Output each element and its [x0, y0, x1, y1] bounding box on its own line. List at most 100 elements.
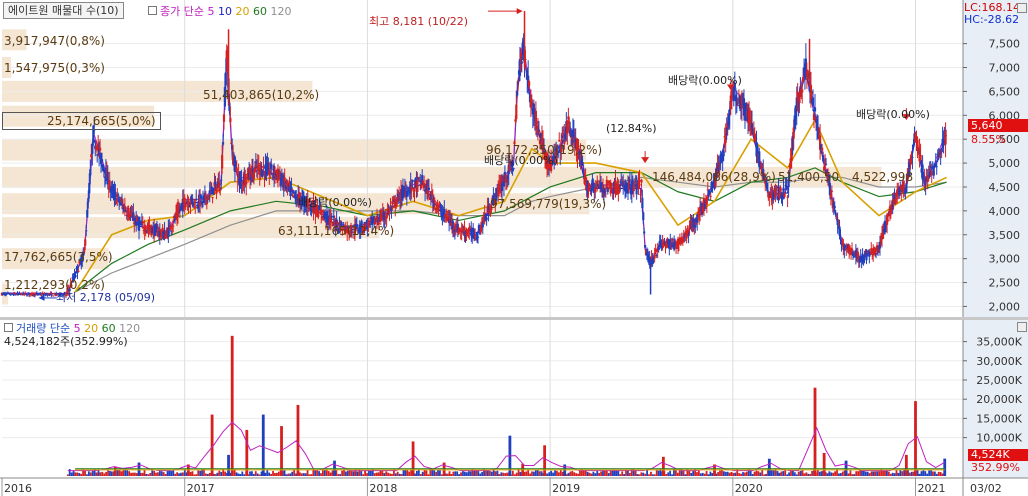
- candle-body-445: [427, 187, 431, 190]
- volume-bar-404: [841, 471, 844, 476]
- volume-bar-312: [665, 473, 668, 476]
- candle-body-840: [811, 97, 815, 106]
- volume-bar-278: [600, 471, 602, 476]
- volume-bar-223: [494, 471, 497, 476]
- volume-bar-333: [705, 471, 708, 476]
- volume-bar-203: [456, 471, 459, 476]
- candle-body-521: [500, 182, 504, 192]
- volume-bar-226: [500, 472, 503, 476]
- candle-body-97: [95, 146, 98, 150]
- volume-bar-262: [569, 471, 572, 476]
- volume-bar-416: [864, 471, 867, 476]
- volume-bar-403: [839, 473, 842, 476]
- volume-bar-117: [291, 471, 294, 476]
- volume-bar-227: [502, 472, 505, 476]
- candle-body-222: [214, 181, 217, 185]
- candle-body-230: [221, 142, 225, 145]
- volume-bar-198: [446, 473, 449, 476]
- volume-bar-433: [897, 472, 900, 476]
- price-scroll-button[interactable]: [1017, 3, 1027, 13]
- candle-body-961: [930, 171, 933, 176]
- candle-body-849: [821, 147, 824, 151]
- volume-bar-105: [268, 472, 271, 476]
- volume-bar-89: [237, 473, 240, 476]
- volume-bar-368: [772, 470, 775, 476]
- volume-bar-57: [176, 472, 179, 476]
- volume-bar-206: [462, 471, 464, 476]
- candle-body-664: [639, 193, 642, 195]
- volume-bar-393: [820, 471, 823, 476]
- volume-bar-33: [130, 472, 132, 476]
- volume-bar-453: [935, 473, 938, 476]
- price-tick-label-2: 3,000: [989, 253, 1021, 266]
- volume-bar-289: [621, 471, 624, 476]
- volume-bar-420: [872, 471, 875, 476]
- volume-bar-40: [143, 469, 146, 476]
- volume-bar-104: [266, 470, 269, 476]
- volume-bar-318: [676, 472, 679, 476]
- volume-bar-432: [895, 469, 898, 476]
- volume-bar-440: [910, 471, 913, 476]
- volume-spike-1: [137, 462, 141, 476]
- candle-body-255: [245, 181, 248, 185]
- x-tick-label-4: 2020: [735, 482, 763, 495]
- candle-body-557: [534, 110, 537, 129]
- price-tick-label-10: 7,000: [989, 62, 1021, 75]
- volume-bar-250: [546, 473, 549, 476]
- candle-body-620: [597, 184, 600, 187]
- candle-body-330: [317, 209, 320, 217]
- volume-bar-247: [540, 471, 543, 476]
- volume-bar-335: [709, 471, 712, 476]
- volume-bar-21: [107, 470, 109, 476]
- volume-bar-415: [862, 470, 865, 476]
- volume-bar-98: [254, 471, 257, 476]
- volume-bar-100: [258, 474, 261, 476]
- volume-bar-444: [918, 473, 921, 476]
- volume-bar-5: [76, 472, 79, 476]
- volume-bar-69: [199, 470, 202, 476]
- volume-bar-242: [531, 471, 533, 476]
- candle-body-550: [527, 81, 531, 87]
- volume-scroll-button[interactable]: [1017, 322, 1027, 332]
- volume-bar-97: [252, 473, 255, 476]
- volume-bar-423: [878, 471, 881, 476]
- volume-bar-149: [352, 471, 355, 476]
- volume-bar-402: [838, 473, 840, 476]
- volume-bar-161: [375, 472, 378, 476]
- volume-bar-245: [536, 469, 539, 476]
- volume-bar-194: [439, 470, 441, 476]
- volume-bar-28: [120, 471, 123, 476]
- volume-chart[interactable]: 2016 2017 2018 2019 2020 2021 03/02 10,000K 15,0…: [0, 320, 1028, 496]
- volume-bar-422: [876, 471, 879, 476]
- volume-bar-200: [450, 474, 453, 476]
- volume-bar-80: [220, 471, 223, 476]
- candle-body-53: [52, 295, 55, 297]
- volume-bar-123: [302, 473, 305, 476]
- volume-bar-346: [730, 471, 733, 476]
- price-tick-label-11: 7,500: [989, 38, 1021, 51]
- candle-body-605: [582, 168, 585, 171]
- candle-body-580: [558, 140, 561, 142]
- volume-bar-31: [126, 469, 129, 476]
- volume-bar-265: [575, 473, 578, 476]
- volume-bar-43: [149, 473, 152, 476]
- volume-bar-79: [218, 470, 221, 476]
- volume-bar-54: [170, 470, 173, 476]
- title-button[interactable]: 에이트원 매물대 수(10): [3, 2, 124, 19]
- volume-bar-307: [655, 469, 658, 476]
- volume-bar-264: [573, 472, 576, 476]
- profile-label-5b: 51,400,50: [778, 170, 840, 184]
- candle-body-868: [839, 237, 842, 240]
- candle-body-936: [905, 183, 908, 193]
- ma-legend[interactable]: 종가 단순 5 10 20 60 120: [148, 3, 291, 19]
- volume-bar-35: [134, 472, 136, 476]
- volume-spike-0: [113, 466, 117, 476]
- volume-bar-132: [320, 473, 322, 476]
- volume-bar-334: [707, 474, 710, 476]
- volume-bar-39: [141, 472, 144, 476]
- volume-bar-205: [460, 472, 462, 476]
- volume-bar-325: [690, 472, 693, 476]
- volume-bar-408: [849, 470, 852, 476]
- volume-bar-272: [588, 472, 591, 476]
- candle-body-201: [194, 206, 197, 208]
